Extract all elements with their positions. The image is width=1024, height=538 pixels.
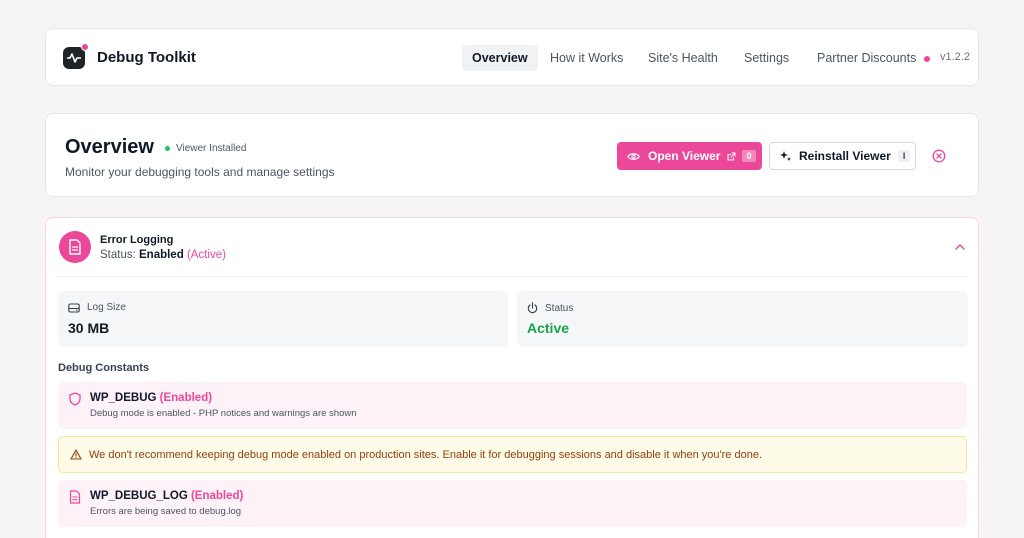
log-size-value: 30 MB bbox=[68, 320, 110, 336]
logo-notification-dot bbox=[81, 43, 89, 51]
viewer-installed-badge: Viewer Installed bbox=[161, 141, 251, 156]
power-icon bbox=[527, 302, 538, 314]
warning-text: We don't recommend keeping debug mode en… bbox=[89, 449, 762, 461]
sparkle-icon bbox=[780, 151, 791, 161]
status-label: Status bbox=[527, 302, 573, 314]
wp-debug-name: WP_DEBUG (Enabled) bbox=[90, 392, 212, 404]
constant-wp-debug: WP_DEBUG (Enabled) Debug mode is enabled… bbox=[58, 382, 967, 429]
constant-wp-debug-log: WP_DEBUG_LOG (Enabled) Errors are being … bbox=[58, 480, 967, 527]
page-subtitle: Monitor your debugging tools and manage … bbox=[65, 165, 335, 179]
wp-debug-log-state: (Enabled) bbox=[190, 490, 244, 502]
document-icon bbox=[59, 231, 91, 263]
status-label-text: Status bbox=[545, 302, 574, 314]
open-viewer-count: 0 bbox=[742, 150, 756, 162]
log-size-stat: Log Size 30 MB bbox=[58, 291, 508, 347]
chevron-up-icon[interactable] bbox=[954, 242, 966, 252]
partner-dot-icon bbox=[924, 55, 931, 62]
wp-debug-log-name: WP_DEBUG_LOG (Enabled) bbox=[90, 490, 243, 502]
external-link-icon bbox=[727, 152, 736, 160]
viewer-installed-text: Viewer Installed bbox=[176, 143, 247, 154]
nav-partner-discounts-label: Partner Discounts bbox=[817, 51, 917, 65]
shield-icon bbox=[69, 392, 81, 406]
log-size-label: Log Size bbox=[68, 302, 126, 313]
version-label: v1.2.2 bbox=[940, 51, 970, 63]
app-header: Debug Toolkit Overview How it Works Site… bbox=[45, 28, 979, 86]
nav-sites-health[interactable]: Site's Health bbox=[638, 45, 728, 71]
page-title: Overview bbox=[65, 136, 154, 158]
nav-partner-discounts[interactable]: Partner Discounts bbox=[807, 45, 940, 71]
open-viewer-label: Open Viewer bbox=[648, 149, 721, 163]
wp-debug-log-desc: Errors are being saved to debug.log bbox=[90, 506, 242, 517]
reinstall-viewer-label: Reinstall Viewer bbox=[799, 149, 891, 163]
wp-debug-state: (Enabled) bbox=[159, 392, 213, 404]
nav-overview[interactable]: Overview bbox=[462, 45, 538, 71]
error-logging-title: Error Logging bbox=[100, 234, 174, 246]
status-active: (Active) bbox=[186, 249, 226, 261]
warning-icon bbox=[70, 449, 82, 460]
status-value-active: Active bbox=[527, 320, 570, 336]
brand-name: Debug Toolkit bbox=[97, 49, 196, 66]
wp-debug-desc: Debug mode is enabled - PHP notices and … bbox=[90, 408, 357, 419]
error-logging-status: Status: Enabled (Active) bbox=[100, 249, 226, 261]
reinstall-viewer-count: I bbox=[897, 150, 911, 162]
status-value: Enabled bbox=[139, 249, 184, 261]
wp-debug-key: WP_DEBUG bbox=[90, 392, 157, 404]
eye-icon bbox=[627, 152, 640, 160]
nav-settings[interactable]: Settings bbox=[734, 45, 799, 71]
error-logging-card: Error Logging Status: Enabled (Active) L… bbox=[45, 217, 979, 538]
section-divider bbox=[58, 276, 968, 277]
warning-banner: We don't recommend keeping debug mode en… bbox=[58, 436, 967, 473]
status-prefix: Status: bbox=[100, 249, 139, 261]
nav-how-it-works[interactable]: How it Works bbox=[540, 45, 633, 71]
status-stat: Status Active bbox=[517, 291, 968, 347]
debug-constants-title: Debug Constants bbox=[58, 362, 150, 374]
status-dot-icon bbox=[165, 145, 170, 151]
close-circle-icon[interactable] bbox=[932, 149, 946, 163]
log-size-label-text: Log Size bbox=[87, 302, 126, 313]
drive-icon bbox=[68, 302, 80, 313]
wp-debug-log-key: WP_DEBUG_LOG bbox=[90, 490, 188, 502]
file-icon bbox=[69, 490, 81, 504]
pulse-icon[interactable] bbox=[63, 43, 89, 69]
reinstall-viewer-button[interactable]: Reinstall Viewer I bbox=[769, 142, 916, 170]
overview-card: Overview Viewer Installed Monitor your d… bbox=[45, 113, 979, 197]
open-viewer-button[interactable]: Open Viewer 0 bbox=[617, 142, 762, 170]
